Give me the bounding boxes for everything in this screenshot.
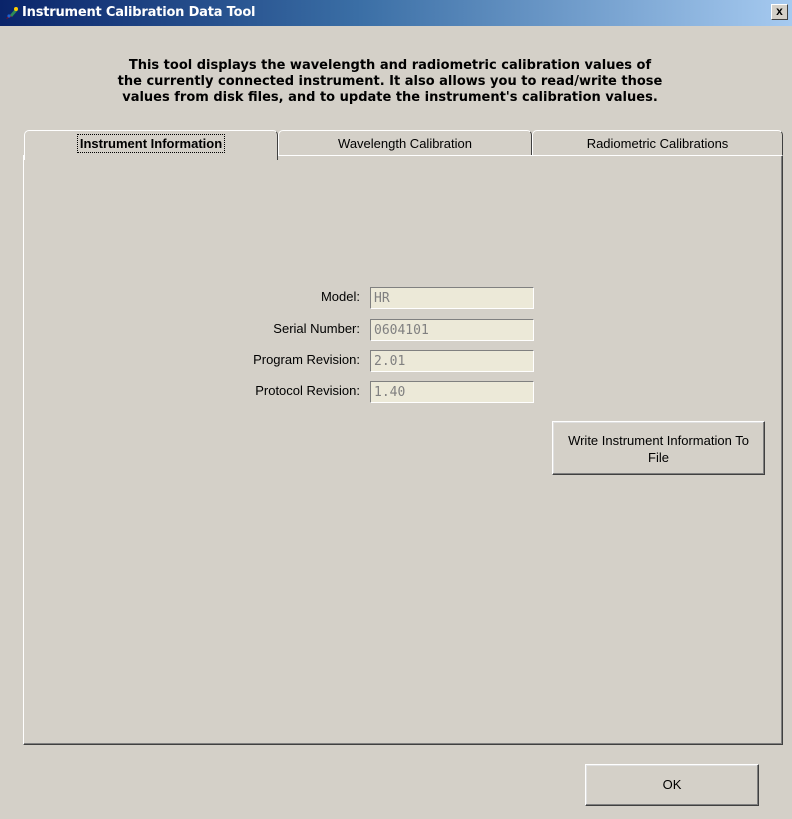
write-instrument-information-button[interactable]: Write Instrument Information To File <box>552 421 765 475</box>
close-icon: x <box>776 4 783 18</box>
tab-label: Instrument Information <box>76 134 226 153</box>
program-revision-label: Program Revision: <box>253 352 360 367</box>
tab-label: Wavelength Calibration <box>338 136 472 151</box>
window-title: Instrument Calibration Data Tool <box>22 5 256 20</box>
ok-button[interactable]: OK <box>585 764 759 806</box>
tab-instrument-information[interactable]: Instrument Information <box>24 130 278 160</box>
serial-number-field[interactable]: 0604101 <box>370 319 534 341</box>
close-button[interactable]: x <box>771 4 788 20</box>
protocol-revision-label: Protocol Revision: <box>255 383 360 398</box>
paint-palette-icon <box>5 6 19 20</box>
serial-number-label: Serial Number: <box>273 321 360 336</box>
program-revision-field[interactable]: 2.01 <box>370 350 534 372</box>
protocol-revision-field[interactable]: 1.40 <box>370 381 534 403</box>
tool-description: This tool displays the wavelength and ra… <box>117 58 663 105</box>
model-label: Model: <box>320 289 360 304</box>
tab-radiometric-calibrations[interactable]: Radiometric Calibrations <box>532 130 783 156</box>
tab-wavelength-calibration[interactable]: Wavelength Calibration <box>278 130 532 156</box>
model-field[interactable]: HR <box>370 287 534 309</box>
title-bar[interactable]: Instrument Calibration Data Tool x <box>0 0 792 26</box>
tab-label: Radiometric Calibrations <box>586 136 729 151</box>
